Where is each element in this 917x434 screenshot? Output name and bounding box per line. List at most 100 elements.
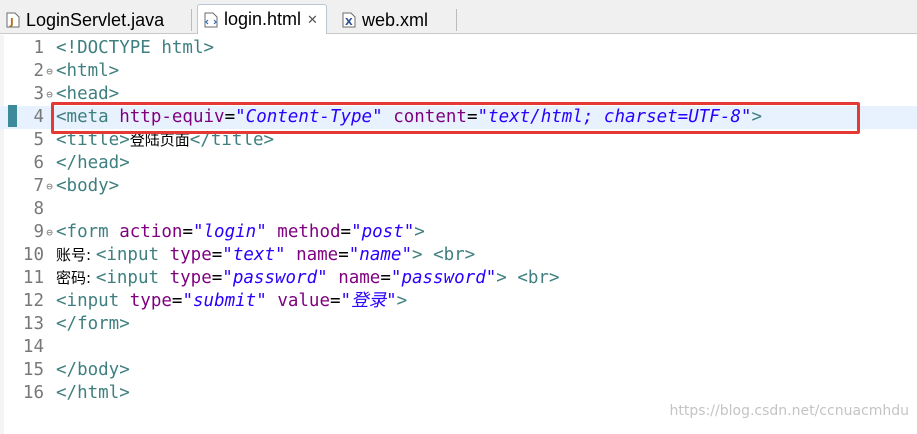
- code-token: "submit": [182, 291, 267, 311]
- tab-loginservlet-java[interactable]: J LoginServlet.java: [6, 6, 164, 34]
- code-token: action: [119, 222, 183, 242]
- fold-toggle-icon[interactable]: ⊖: [44, 60, 55, 83]
- code-line[interactable]: 13 </form>: [0, 313, 917, 336]
- code-token: <head>: [56, 84, 120, 104]
- code-line[interactable]: 3 ⊖ <head>: [0, 83, 917, 106]
- line-number: 1: [33, 38, 44, 58]
- line-number: 7: [33, 176, 44, 196]
- code-token: >: [396, 291, 408, 311]
- code-token: =: [340, 222, 352, 242]
- code-token: >: [751, 107, 762, 127]
- tab-divider: [191, 9, 192, 31]
- code-text: 密码: <input type="password" name="passwor…: [56, 267, 560, 290]
- code-text: <meta http-equiv="Content-Type" content=…: [56, 106, 762, 129]
- code-line[interactable]: 14: [0, 336, 917, 359]
- editor-tab-bar: J LoginServlet.java login.html ✕ X web.x…: [0, 0, 917, 34]
- code-token: </head>: [56, 153, 130, 173]
- tab-label: login.html: [224, 9, 302, 29]
- code-token: "text/html; charset=UTF-8": [477, 107, 752, 127]
- code-token: <input: [95, 268, 170, 288]
- code-line[interactable]: 15 </body>: [0, 359, 917, 382]
- code-text: 账号: <input type="text" name="name"> <br>: [56, 244, 475, 267]
- code-line[interactable]: 11 密码: <input type="password" name="passw…: [0, 267, 917, 290]
- code-text: </form>: [56, 313, 130, 336]
- code-token: "text": [222, 245, 286, 265]
- tab-login-html[interactable]: login.html ✕: [197, 4, 327, 34]
- current-line-marker: [8, 105, 17, 127]
- code-token: <html>: [56, 61, 120, 81]
- line-number: 2: [33, 61, 44, 81]
- code-token: <input: [56, 291, 130, 311]
- close-icon[interactable]: ✕: [307, 12, 318, 28]
- code-token: http-equiv: [119, 107, 225, 127]
- code-token: =: [380, 268, 391, 288]
- code-line[interactable]: 12 <input type="submit" value="登录">: [0, 290, 917, 313]
- line-number: 4: [33, 107, 44, 127]
- code-token: =: [330, 291, 341, 311]
- code-token: <title>: [56, 130, 130, 150]
- code-line[interactable]: 4 <meta http-equiv="Content-Type" content…: [0, 106, 917, 129]
- code-line[interactable]: 16 </html>: [0, 382, 917, 405]
- code-token: type: [169, 268, 212, 288]
- code-text: <!DOCTYPE html>: [56, 37, 214, 60]
- tab-web-xml[interactable]: X web.xml: [342, 6, 428, 34]
- code-token: <body>: [56, 176, 120, 196]
- fold-toggle-icon[interactable]: ⊖: [44, 221, 55, 244]
- code-line[interactable]: 7 ⊖ <body>: [0, 175, 917, 198]
- code-token: >: [414, 222, 425, 242]
- code-token: type: [129, 291, 172, 311]
- code-text: <input type="submit" value="登录">: [56, 290, 407, 313]
- tab-label: web.xml: [362, 9, 429, 30]
- code-line[interactable]: 6 </head>: [0, 152, 917, 175]
- code-token: "登录": [340, 291, 397, 311]
- code-token: =: [211, 245, 223, 265]
- fold-toggle-icon[interactable]: ⊖: [44, 83, 55, 106]
- code-token: 账号:: [56, 246, 96, 264]
- xml-file-icon: X: [342, 12, 356, 28]
- code-token: name: [338, 268, 381, 288]
- code-token: >: [411, 245, 423, 265]
- code-text: <title>登陆页面</title>: [56, 129, 274, 152]
- code-token: =: [211, 268, 223, 288]
- code-token: "password": [390, 268, 497, 288]
- code-token: =: [171, 291, 183, 311]
- code-text: <head>: [56, 83, 119, 106]
- code-token: </body>: [56, 360, 130, 380]
- code-token: "login": [192, 222, 267, 242]
- code-token: 密码:: [56, 269, 96, 287]
- code-token: <br>: [517, 268, 560, 288]
- fold-toggle-icon[interactable]: ⊖: [44, 175, 55, 198]
- code-line[interactable]: 9 ⊖ <form action="login" method="post">: [0, 221, 917, 244]
- code-line[interactable]: 2 ⊖ <html>: [0, 60, 917, 83]
- code-line[interactable]: 8: [0, 198, 917, 221]
- code-token: <meta: [56, 107, 120, 127]
- code-token: =: [224, 107, 236, 127]
- line-number: 9: [33, 222, 44, 242]
- code-token: =: [182, 222, 193, 242]
- code-text: </body>: [56, 359, 130, 382]
- line-number: 16: [22, 383, 44, 403]
- line-number: 14: [22, 337, 44, 357]
- line-number: 15: [22, 360, 44, 380]
- tab-label: LoginServlet.java: [26, 9, 165, 30]
- code-text: <body>: [56, 175, 119, 198]
- code-token: "post": [351, 222, 415, 242]
- code-line[interactable]: 5 <title>登陆页面</title>: [0, 129, 917, 152]
- code-token: "Content-Type": [235, 107, 383, 127]
- code-text: </head>: [56, 152, 130, 175]
- code-token: >: [496, 268, 507, 288]
- code-token: =: [466, 107, 478, 127]
- code-token: <form: [56, 222, 120, 242]
- code-line[interactable]: 1 <!DOCTYPE html>: [0, 37, 917, 60]
- code-token: content: [393, 107, 467, 127]
- html-file-icon: [204, 12, 218, 27]
- code-token: <input: [95, 245, 170, 265]
- code-text: </html>: [56, 382, 130, 405]
- code-line[interactable]: 10 账号: <input type="text" name="name"> <b…: [0, 244, 917, 267]
- code-token: =: [338, 245, 349, 265]
